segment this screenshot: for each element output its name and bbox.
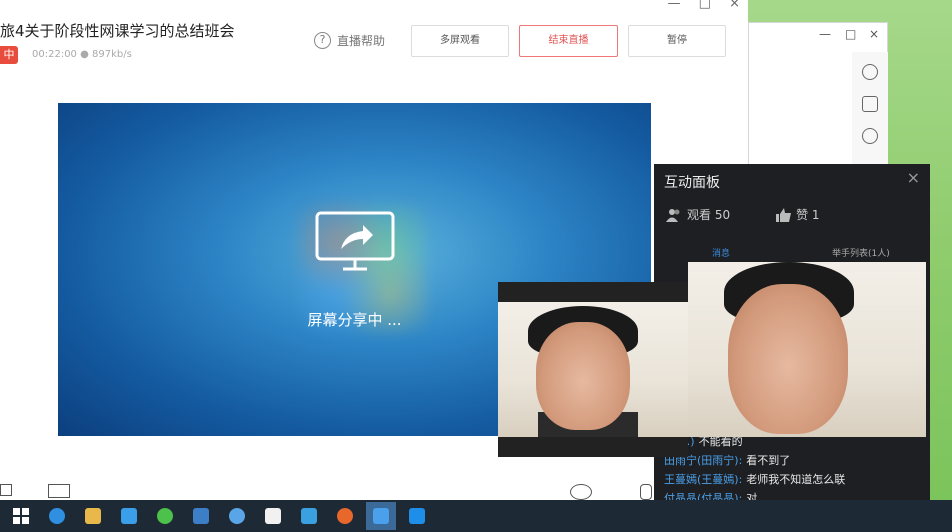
chat-list: …(…)不能看的 田雨宁(田雨宁):看不到了 王蔓嫣(王蔓嫣):老师我不知道怎么… [664,432,845,508]
firefox-icon[interactable] [330,502,360,530]
folder-icon[interactable] [78,502,108,530]
mail-icon[interactable] [186,502,216,530]
page-title: 旅4关于阶段性网课学习的总结班会 [0,22,235,40]
maximize-icon[interactable]: □ [699,0,711,11]
window-controls: — □ × [654,0,740,11]
store-icon[interactable] [258,502,288,530]
multi-view-button[interactable]: 多屏观看 [411,25,509,57]
wechat-icon[interactable] [150,502,180,530]
end-live-button[interactable]: 结束直播 [519,25,618,57]
clock-icon[interactable] [862,128,878,144]
mic-icon[interactable] [640,484,652,500]
close-icon[interactable]: × [907,168,920,187]
like-count: 赞 1 [776,206,820,223]
media-icon[interactable] [114,502,144,530]
users-icon [666,208,680,222]
camera-feed-large[interactable] [688,262,926,437]
browser-icon[interactable] [222,502,252,530]
chat-message: 田雨宁(田雨宁): 看不到了 [664,454,791,467]
help-link[interactable]: ? 直播帮助 [314,32,385,49]
layout-icon[interactable] [0,484,12,496]
add-user-icon[interactable] [862,96,878,112]
ie-icon[interactable] [42,502,72,530]
live-app-icon[interactable] [366,502,396,530]
help-icon: ? [314,32,331,49]
person-face [536,322,630,430]
app-icon[interactable] [402,502,432,530]
close-icon[interactable]: × [729,0,740,11]
panel-stats: 观看 50 赞 1 [666,206,820,223]
help-label: 直播帮助 [337,34,386,48]
live-badge: 中 [0,46,18,64]
close-icon[interactable]: × [869,27,879,41]
person-face [728,284,848,434]
start-icon[interactable] [6,502,36,530]
tab-messages[interactable]: 消息 [712,246,730,259]
rotate-icon[interactable] [48,484,70,498]
like-count-label: 赞 1 [796,208,820,222]
screen-share-icon [315,211,395,271]
tab-hand-raise[interactable]: 举手列表(1人) [832,246,890,259]
camera-feed-small[interactable] [498,282,688,457]
pause-button[interactable]: 暂停 [628,25,726,57]
shield-icon[interactable] [294,502,324,530]
maximize-icon[interactable]: □ [845,27,856,41]
minimize-icon[interactable]: — [668,0,681,11]
chat-message: 王蔓嫣(王蔓嫣): 老师我不知道怎么联 [664,473,846,486]
emoji-icon[interactable] [862,64,878,80]
side-toolbar [852,52,888,172]
live-stats: 00:22:00 ● 897kb/s [32,49,132,60]
viewer-count-label: 观看 50 [687,208,731,222]
panel-title: 互动面板 [664,175,720,191]
viewer-count: 观看 50 [666,206,730,223]
emoji-icon[interactable] [570,484,592,500]
minimize-icon[interactable]: — [819,27,831,41]
windows-taskbar [0,500,952,532]
thumbs-up-icon [776,207,792,222]
